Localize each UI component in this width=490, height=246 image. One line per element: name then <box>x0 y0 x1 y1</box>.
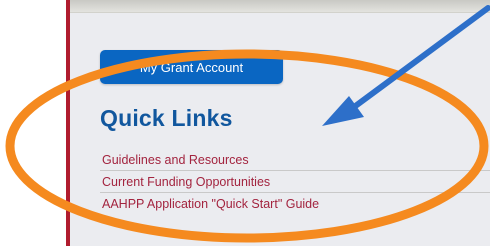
link-guidelines-and-resources[interactable]: Guidelines and Resources <box>100 150 490 171</box>
my-grant-account-button[interactable]: My Grant Account <box>100 50 283 84</box>
quick-links-heading: Quick Links <box>100 105 233 131</box>
panel-top-band <box>70 0 490 13</box>
quick-links-list: Guidelines and Resources Current Funding… <box>100 150 490 215</box>
link-current-funding-opportunities[interactable]: Current Funding Opportunities <box>100 172 490 193</box>
link-application-quick-start-guide[interactable]: AAHPP Application "Quick Start" Guide <box>100 194 490 214</box>
page-left-area <box>0 0 66 246</box>
